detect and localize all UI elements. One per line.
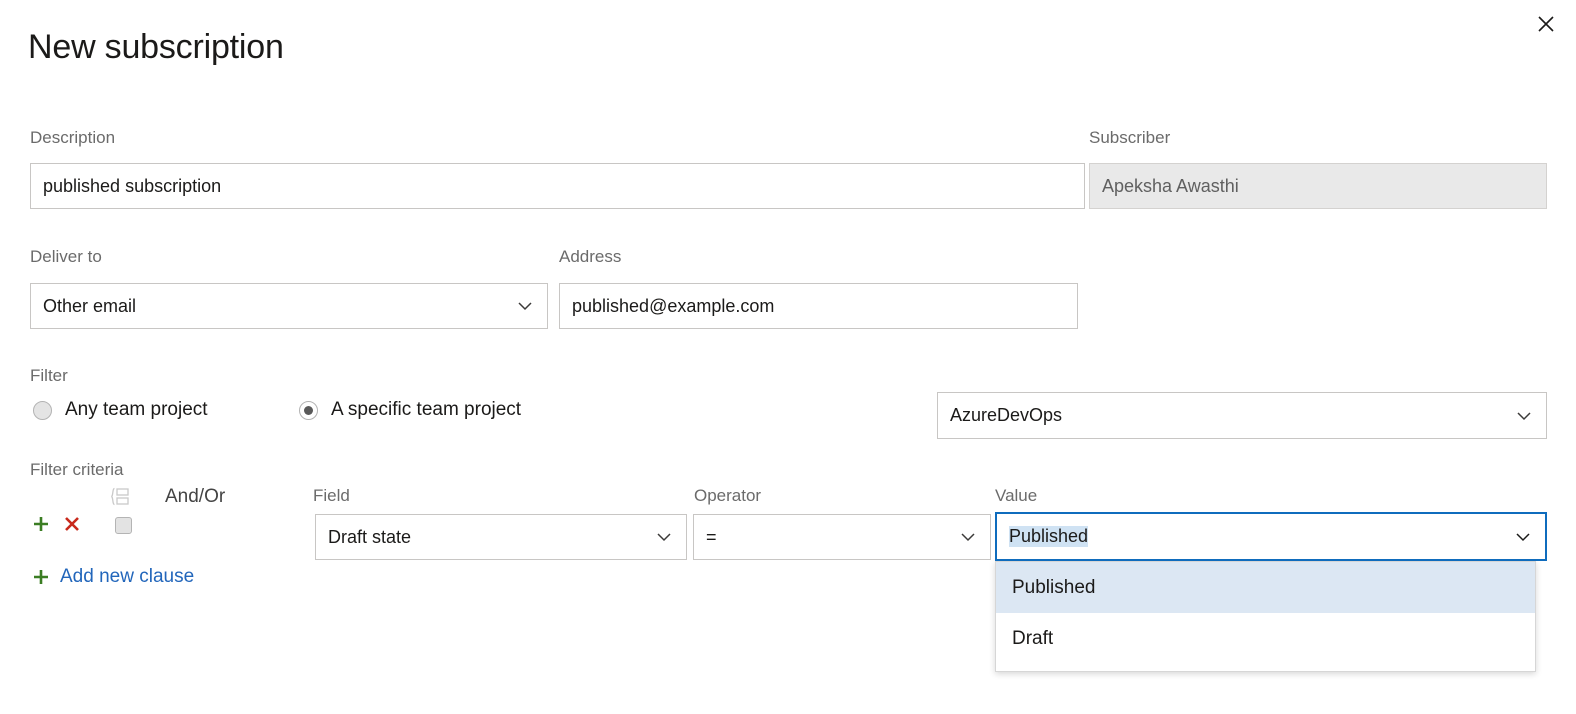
plus-icon	[31, 514, 51, 534]
column-header-field: Field	[313, 486, 350, 506]
plus-icon	[30, 566, 52, 588]
radio-any-team-project-label: Any team project	[65, 399, 208, 421]
operator-value: =	[706, 527, 950, 548]
delete-x-icon	[62, 514, 82, 534]
add-new-clause-label: Add new clause	[60, 566, 194, 588]
filter-label: Filter	[30, 366, 68, 386]
close-icon	[1536, 14, 1556, 34]
field-select[interactable]: Draft state	[315, 514, 687, 560]
page-title: New subscription	[28, 28, 284, 67]
chevron-down-icon	[654, 527, 674, 547]
chevron-down-icon	[1514, 406, 1534, 426]
radio-specific-team-project-label: A specific team project	[331, 399, 521, 421]
deliver-to-value: Other email	[43, 296, 507, 317]
description-label: Description	[30, 128, 115, 148]
subscriber-input: Apeksha Awasthi	[1089, 163, 1547, 209]
description-input[interactable]: published subscription	[30, 163, 1085, 209]
radio-indicator-on	[299, 401, 318, 420]
subscriber-label: Subscriber	[1089, 128, 1170, 148]
operator-select[interactable]: =	[693, 514, 991, 560]
chevron-down-icon	[958, 527, 978, 547]
column-header-andor: And/Or	[165, 486, 225, 508]
field-value: Draft state	[328, 527, 646, 548]
filter-criteria-label: Filter criteria	[30, 460, 124, 480]
new-subscription-dialog: New subscription Description published s…	[0, 0, 1576, 714]
radio-any-team-project[interactable]: Any team project	[33, 399, 208, 421]
clause-group-checkbox[interactable]	[115, 517, 132, 534]
team-project-select[interactable]: AzureDevOps	[937, 392, 1547, 439]
radio-specific-team-project[interactable]: A specific team project	[299, 399, 521, 421]
value-dropdown-item-draft[interactable]: Draft	[996, 613, 1535, 664]
team-project-value: AzureDevOps	[950, 405, 1506, 426]
delete-clause-row-button[interactable]	[61, 512, 83, 536]
close-dialog-button[interactable]	[1526, 4, 1566, 44]
column-header-operator: Operator	[694, 486, 761, 506]
deliver-to-label: Deliver to	[30, 247, 102, 267]
address-input[interactable]: published@example.com	[559, 283, 1078, 329]
add-clause-row-button[interactable]	[30, 512, 52, 536]
value-dropdown-item-published[interactable]: Published	[996, 562, 1535, 613]
value-selected-text: Published	[1009, 526, 1088, 547]
radio-indicator-off	[33, 401, 52, 420]
value-dropdown-list[interactable]: Published Draft	[995, 561, 1536, 672]
chevron-down-icon	[515, 296, 535, 316]
add-new-clause-link[interactable]: Add new clause	[30, 566, 194, 588]
group-clauses-icon[interactable]	[108, 486, 132, 506]
chevron-down-icon	[1513, 527, 1533, 547]
value-select[interactable]: Published	[995, 512, 1547, 561]
address-label: Address	[559, 247, 621, 267]
deliver-to-select[interactable]: Other email	[30, 283, 548, 329]
column-header-value: Value	[995, 486, 1037, 506]
